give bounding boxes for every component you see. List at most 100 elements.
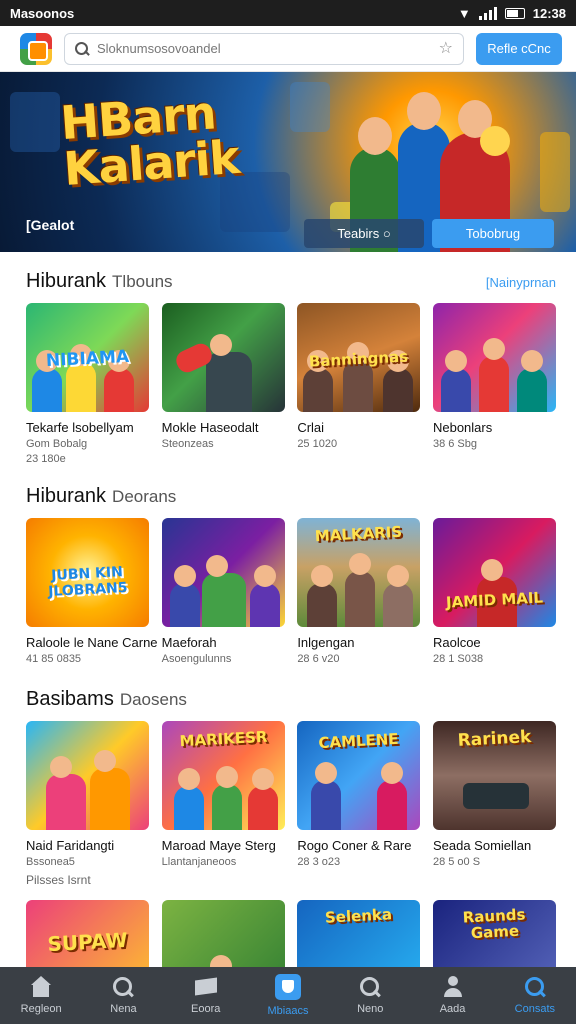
game-thumbnail[interactable]: Banningnas — [297, 303, 421, 412]
game-meta: Gom Bobalg — [26, 438, 88, 450]
section-header: Hiburank Tlbouns [Nainyprnan — [26, 270, 556, 293]
section-title: Hiburank Tlbouns — [26, 270, 173, 292]
nav-label: Regleon — [20, 1003, 62, 1015]
user-icon — [441, 976, 465, 998]
status-bar: Masoonos ▼ 12:38 — [0, 0, 576, 26]
game-title: Raloole le Nane Carne — [26, 635, 158, 650]
game-card[interactable]: JAMID MAIL Raolcoe 28 1 S038 — [432, 518, 556, 665]
game-card[interactable] — [161, 900, 285, 967]
game-thumbnail[interactable] — [432, 303, 556, 412]
search-icon — [111, 976, 135, 998]
thumbnail-art-text: JUBN KIN JLOBRAN5 — [47, 564, 128, 601]
thumbnail-art-text: Selenka — [324, 905, 393, 927]
section-label: Pilsses Isrnt — [26, 873, 91, 887]
app-header: ☆ Refle cCnc — [0, 26, 576, 72]
game-meta: 28 6 v20 — [297, 653, 340, 665]
game-card[interactable]: NIBIAMA Tekarfe lsobellyam Gom Bobalg 23… — [26, 303, 149, 465]
see-all-link[interactable]: [Nainyprnan — [486, 275, 556, 290]
game-thumbnail[interactable]: CAMLENE — [297, 721, 421, 830]
thumbnail-art-text: MARIKESR — [178, 727, 268, 751]
game-thumbnail[interactable]: JUBN KIN JLOBRAN5 — [26, 518, 149, 627]
game-card[interactable]: Maeforah Asoengulunns — [161, 518, 285, 665]
flag-icon — [194, 976, 218, 998]
nav-label: Neno — [357, 1003, 384, 1015]
game-title: Nebonlars — [432, 420, 493, 435]
nav-item-search-2[interactable]: Neno — [334, 976, 406, 1015]
game-title: Mokle Haseodalt — [161, 420, 259, 435]
game-card[interactable]: Selenka — [297, 900, 421, 967]
section-subtitle: Tlbouns — [112, 272, 173, 291]
search-input[interactable] — [97, 41, 431, 56]
game-meta: Steonzeas — [161, 438, 214, 450]
game-row: Naid Faridangti Bssonea5 MARIKESR Maroad… — [26, 721, 556, 868]
game-thumbnail[interactable]: SUPAW — [26, 900, 149, 967]
game-thumbnail[interactable] — [161, 303, 285, 412]
section-header: Basibams Daosens — [26, 688, 556, 711]
wifi-icon: ▼ — [457, 5, 471, 21]
game-title: Maroad Maye Sterg — [161, 838, 276, 853]
hero-title: HBarn Kalarik — [58, 85, 241, 197]
section-subtitle: Daosens — [119, 690, 187, 709]
game-thumbnail[interactable]: Selenka — [297, 900, 421, 967]
search-icon — [75, 41, 89, 56]
nav-item-search-3[interactable]: Consats — [499, 976, 571, 1015]
nav-label: Consats — [514, 1003, 555, 1015]
game-title: Raolcoe — [432, 635, 481, 650]
header-action-button[interactable]: Refle cCnc — [476, 32, 562, 65]
game-thumbnail[interactable]: Rarinek — [432, 721, 556, 830]
game-title: Rogo Coner & Rare — [297, 838, 412, 853]
game-row: JUBN KIN JLOBRAN5 Raloole le Nane Carne … — [26, 518, 556, 665]
game-card[interactable]: Raunds Game — [432, 900, 556, 967]
game-card[interactable]: SUPAW — [26, 900, 149, 967]
nav-label: Nena — [110, 1003, 137, 1015]
game-card[interactable]: Nebonlars 38 6 Sbg — [432, 303, 556, 465]
search-icon — [523, 976, 547, 998]
game-row: NIBIAMA Tekarfe lsobellyam Gom Bobalg 23… — [26, 303, 556, 465]
search-icon — [358, 976, 382, 998]
section-title: Basibams Daosens — [26, 688, 187, 710]
game-card[interactable]: Mokle Haseodalt Steonzeas — [161, 303, 285, 465]
search-bar[interactable]: ☆ — [64, 32, 464, 65]
game-thumbnail[interactable]: Raunds Game — [432, 900, 556, 967]
game-meta: 28 1 S038 — [432, 653, 484, 665]
game-card[interactable]: CAMLENE Rogo Coner & Rare 28 3 o23 — [297, 721, 421, 868]
app-logo[interactable] — [20, 32, 52, 65]
game-title: Seada Somiellan — [432, 838, 532, 853]
signal-icon — [478, 6, 497, 20]
game-row-partial: SUPAW Selenka Raunds Game — [26, 900, 556, 967]
nav-item-flag[interactable]: Eoora — [170, 976, 242, 1015]
section-subtitle: Deorans — [112, 487, 177, 506]
home-icon — [29, 976, 53, 998]
thumbnail-art-text: MALKARIS — [314, 522, 403, 546]
game-thumbnail[interactable]: JAMID MAIL — [432, 518, 556, 627]
game-thumbnail[interactable] — [26, 721, 149, 830]
game-thumbnail[interactable]: MARIKESR — [161, 721, 285, 830]
nav-item-shield[interactable]: Mbiaacs — [252, 974, 324, 1017]
hero-primary-button[interactable]: Tobobrug — [432, 219, 554, 248]
game-card[interactable]: Rarinek Seada Somiellan 28 5 o0 S — [432, 721, 556, 868]
game-card[interactable]: MALKARIS Inlgengan 28 6 v20 — [297, 518, 421, 665]
nav-item-search[interactable]: Nena — [87, 976, 159, 1015]
game-thumbnail[interactable] — [161, 518, 285, 627]
game-title: Crlai — [297, 420, 325, 435]
bottom-navigation: Regleon Nena Eoora Mbiaacs Neno Aada Con… — [0, 967, 576, 1024]
game-meta: 38 6 Sbg — [432, 438, 478, 450]
game-card[interactable]: MARIKESR Maroad Maye Sterg Llantanjaneoo… — [161, 721, 285, 868]
section-title: Hiburank Deorans — [26, 485, 177, 507]
game-meta: 28 5 o0 S — [432, 856, 481, 868]
nav-item-profile[interactable]: Aada — [417, 976, 489, 1015]
star-icon[interactable]: ☆ — [439, 40, 453, 57]
game-meta: Bssonea5 — [26, 856, 75, 868]
thumbnail-art-text: Rarinek — [457, 727, 532, 751]
hero-secondary-button[interactable]: Teabirs ○ — [304, 219, 424, 248]
game-thumbnail[interactable] — [161, 900, 285, 967]
nav-item-home[interactable]: Regleon — [5, 976, 77, 1015]
status-icons: ▼ 12:38 — [458, 6, 566, 21]
game-thumbnail[interactable]: NIBIAMA — [26, 303, 149, 412]
game-thumbnail[interactable]: MALKARIS — [297, 518, 421, 627]
hero-caption: [Gealot — [26, 217, 75, 233]
game-card[interactable]: JUBN KIN JLOBRAN5 Raloole le Nane Carne … — [26, 518, 158, 665]
game-card[interactable]: Naid Faridangti Bssonea5 — [26, 721, 149, 868]
clock: 12:38 — [532, 5, 566, 21]
game-card[interactable]: Banningnas Crlai 25 1020 — [297, 303, 421, 465]
